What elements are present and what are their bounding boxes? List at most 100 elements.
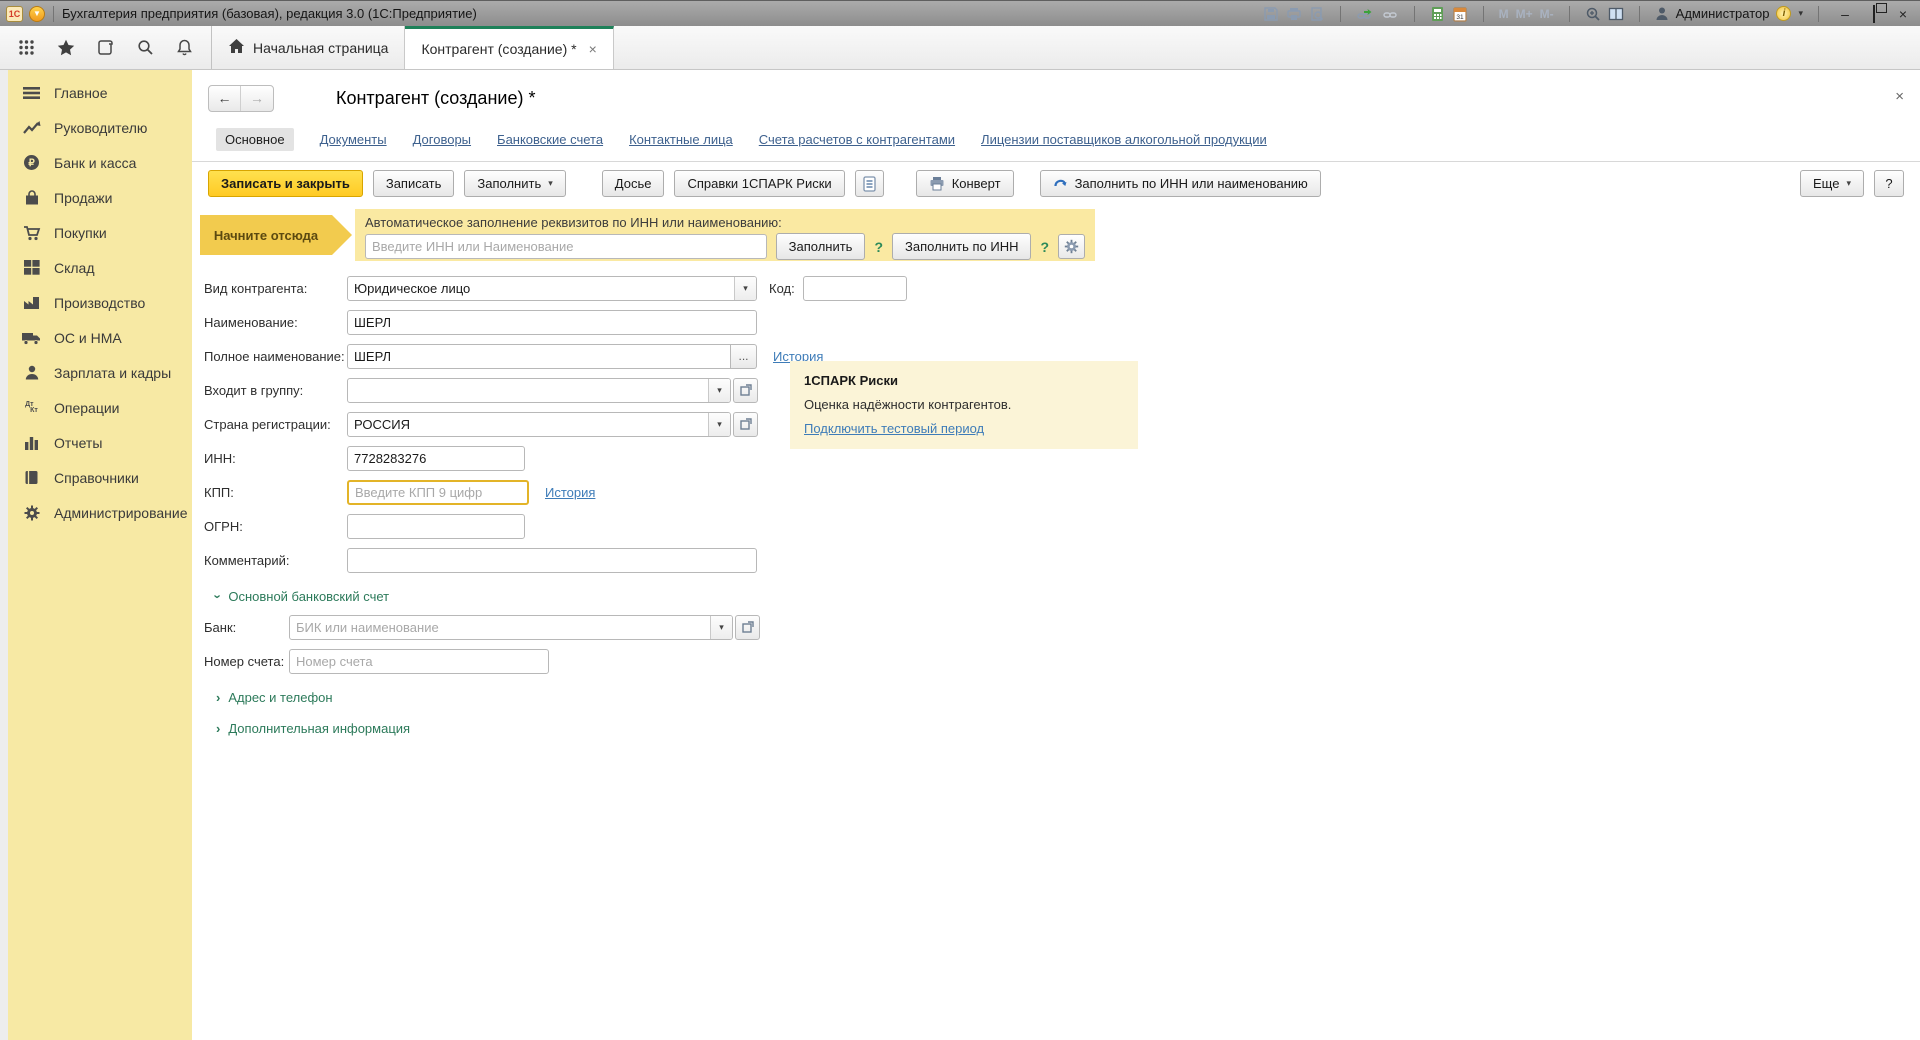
tab-home[interactable]: Начальная страница [212, 26, 405, 69]
nav-main-active[interactable]: Основное [216, 128, 294, 151]
sidebar-item-operacii[interactable]: ДтКт Операции [22, 393, 192, 422]
memory-plus-button[interactable]: M+ [1516, 7, 1533, 21]
fill-menu-button[interactable]: Заполнить▾ [464, 170, 565, 197]
restore-button[interactable] [1863, 6, 1885, 22]
memory-minus-button[interactable]: M- [1540, 7, 1554, 21]
calculator-icon[interactable] [1430, 6, 1445, 22]
memory-button[interactable]: M [1499, 7, 1509, 21]
open-form-icon [740, 418, 752, 430]
sidebar-item-glavnoe[interactable]: Главное [22, 78, 192, 107]
nav-bank-accounts[interactable]: Банковские счета [497, 132, 603, 147]
spark-panel-title: 1СПАРК Риски [804, 373, 1124, 388]
autofill-fill-by-inn-button[interactable]: Заполнить по ИНН [892, 233, 1031, 260]
form-close-icon[interactable]: × [1895, 88, 1904, 105]
tools-menu-icon[interactable] [18, 39, 35, 56]
save-icon[interactable] [1263, 6, 1279, 22]
account-input[interactable] [289, 649, 549, 674]
calendar-icon[interactable]: 31 [1452, 6, 1468, 22]
arrow-tip [332, 215, 352, 255]
sidebar-item-os-nma[interactable]: ОС и НМА [22, 323, 192, 352]
ogrn-input[interactable] [347, 514, 525, 539]
full-name-input[interactable] [347, 344, 731, 369]
help-question-icon[interactable]: ? [1040, 239, 1049, 255]
chevron-down-icon[interactable]: ▾ [708, 413, 730, 436]
zoom-icon[interactable] [1585, 6, 1601, 22]
go-link-icon[interactable] [1381, 6, 1399, 22]
sidebar-item-otchety[interactable]: Отчеты [22, 428, 192, 457]
sidebar-item-spravochniki[interactable]: Справочники [22, 463, 192, 492]
chevron-down-icon[interactable]: ▾ [708, 379, 730, 402]
section-bank-account[interactable]: › Основной банковский счет [216, 589, 1920, 604]
tab-close-icon[interactable]: × [589, 41, 597, 57]
settings-gear-icon [1064, 239, 1079, 254]
envelope-button[interactable]: Конверт [916, 170, 1014, 197]
more-button[interactable]: Еще▾ [1800, 170, 1864, 197]
save-button[interactable]: Записать [373, 170, 455, 197]
requisites-list-button[interactable] [855, 170, 884, 197]
kpp-history-link[interactable]: История [545, 485, 595, 500]
close-window-button[interactable]: × [1892, 6, 1914, 22]
bank-open-button[interactable] [735, 615, 760, 640]
info-icon[interactable]: i [1776, 6, 1791, 21]
spark-trial-link[interactable]: Подключить тестовый период [804, 421, 984, 436]
nav-settlement-accounts[interactable]: Счета расчетов с контрагентами [759, 132, 955, 147]
sidebar-item-proizvodstvo[interactable]: Производство [22, 288, 192, 317]
sidebar-item-zarplata-kadry[interactable]: Зарплата и кадры [22, 358, 192, 387]
code-input[interactable] [803, 276, 907, 301]
split-window-icon[interactable] [1608, 6, 1624, 22]
tab-counterparty[interactable]: Контрагент (создание) * × [405, 26, 613, 69]
save-and-close-button[interactable]: Записать и закрыть [208, 170, 363, 197]
main-menu-button[interactable]: ▼ [29, 6, 45, 22]
chevron-collapsed-icon: › [216, 690, 220, 705]
sidebar-item-rukovoditelyu[interactable]: Руководителю [22, 113, 192, 142]
sidebar-item-sklad[interactable]: Склад [22, 253, 192, 282]
section-address-phone[interactable]: › Адрес и телефон [216, 690, 1920, 705]
fill-by-inn-button[interactable]: Заполнить по ИНН или наименованию [1040, 170, 1321, 197]
help-question-icon[interactable]: ? [874, 239, 883, 255]
print-preview-icon[interactable] [1309, 6, 1325, 22]
group-combobox[interactable]: ▾ [347, 378, 731, 403]
sidebar-item-prodazhi[interactable]: Продажи [22, 183, 192, 212]
get-link-icon[interactable] [1356, 6, 1374, 22]
forward-button[interactable]: → [241, 86, 273, 111]
sidebar-item-administrirovanie[interactable]: Администрирование [22, 498, 192, 527]
chevron-down-icon[interactable]: ▾ [710, 616, 732, 639]
search-icon[interactable] [137, 39, 154, 56]
history-scroll-icon[interactable] [97, 39, 115, 56]
kpp-input[interactable] [347, 480, 529, 505]
name-label: Наименование: [204, 315, 347, 330]
comment-input[interactable] [347, 548, 757, 573]
info-caret-icon[interactable]: ▾ [1798, 8, 1803, 19]
dossier-button[interactable]: Досье [602, 170, 665, 197]
country-open-button[interactable] [733, 412, 758, 437]
chevron-down-icon[interactable]: ▾ [734, 277, 756, 300]
inn-or-name-input[interactable] [365, 234, 767, 259]
name-input[interactable] [347, 310, 757, 335]
help-button[interactable]: ? [1874, 170, 1904, 197]
kind-combobox[interactable]: Юридическое лицо ▾ [347, 276, 757, 301]
favorites-star-icon[interactable] [57, 39, 75, 56]
autofill-settings-button[interactable] [1058, 234, 1085, 259]
sidebar-item-pokupki[interactable]: Покупки [22, 218, 192, 247]
print-icon[interactable] [1286, 6, 1302, 22]
full-name-ellipsis-button[interactable]: ... [731, 344, 757, 369]
nav-alcohol-licenses[interactable]: Лицензии поставщиков алкогольной продукц… [981, 132, 1267, 147]
history-nav-buttons: ← → [208, 85, 274, 112]
section-additional-info[interactable]: › Дополнительная информация [216, 721, 1920, 736]
nav-contracts[interactable]: Договоры [413, 132, 471, 147]
nav-documents[interactable]: Документы [320, 132, 387, 147]
country-combobox[interactable]: РОССИЯ ▾ [347, 412, 731, 437]
notifications-bell-icon[interactable] [176, 39, 193, 56]
current-user[interactable]: Администратор [1676, 6, 1770, 21]
inn-input[interactable] [347, 446, 525, 471]
app-logo-icon: 1С [6, 6, 23, 22]
spark-reports-button[interactable]: Справки 1СПАРК Риски [674, 170, 844, 197]
minimize-button[interactable]: – [1834, 6, 1856, 22]
autofill-fill-button[interactable]: Заполнить [776, 233, 866, 260]
nav-contact-persons[interactable]: Контактные лица [629, 132, 733, 147]
back-button[interactable]: ← [209, 86, 241, 111]
sidebar-item-bank-kassa[interactable]: ₽ Банк и касса [22, 148, 192, 177]
group-open-button[interactable] [733, 378, 758, 403]
bank-combobox[interactable]: БИК или наименование ▾ [289, 615, 733, 640]
divider [1483, 6, 1484, 22]
